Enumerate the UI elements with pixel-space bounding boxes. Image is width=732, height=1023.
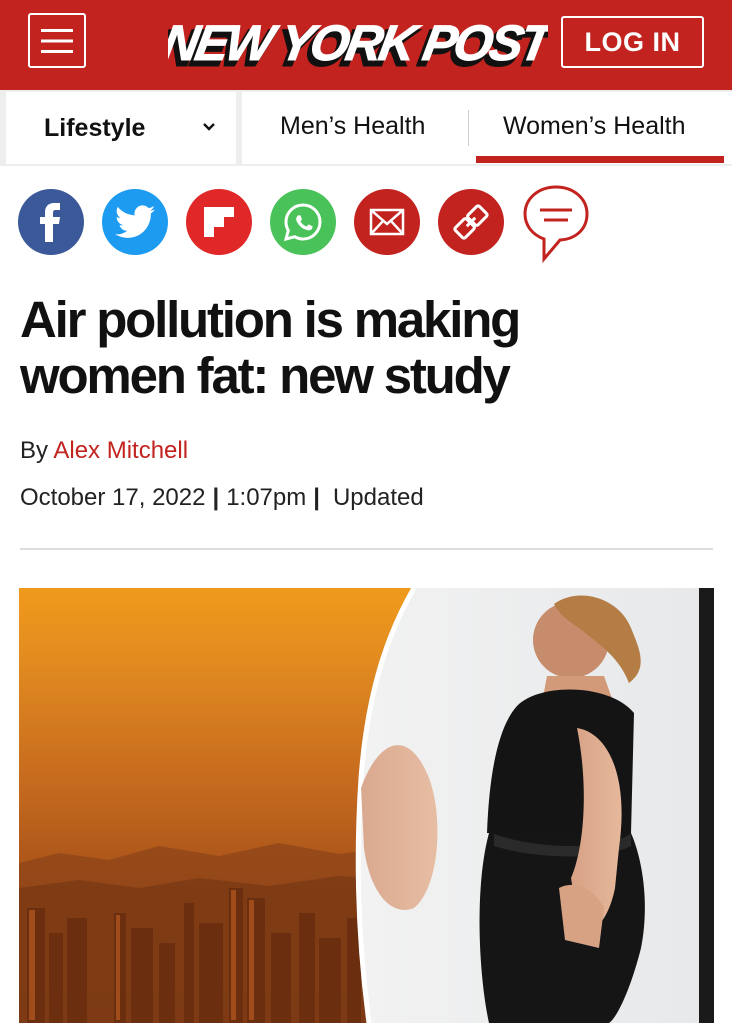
facebook-share-button[interactable] bbox=[18, 189, 84, 255]
divider bbox=[20, 548, 713, 550]
whatsapp-share-button[interactable] bbox=[270, 189, 336, 255]
chevron-down-icon bbox=[203, 123, 215, 131]
active-tab-indicator bbox=[476, 156, 724, 163]
updated-label: Updated bbox=[332, 484, 424, 511]
login-button[interactable]: LOG IN bbox=[561, 16, 704, 68]
menu-button[interactable] bbox=[28, 13, 86, 68]
dateline: October 17, 2022 | 1:07pm | Updated bbox=[20, 484, 424, 512]
whatsapp-icon bbox=[283, 203, 322, 242]
article-headline: Air pollution is making women fat: new s… bbox=[20, 291, 521, 404]
email-share-button[interactable] bbox=[354, 189, 420, 255]
flipboard-share-button[interactable] bbox=[186, 189, 252, 255]
tab-mens-health[interactable]: Men’s Health bbox=[280, 112, 425, 141]
copy-link-button[interactable] bbox=[438, 189, 504, 255]
hamburger-icon bbox=[41, 28, 73, 53]
flipboard-icon bbox=[204, 207, 234, 237]
tab-divider bbox=[468, 110, 469, 146]
site-header: NEW YORK POST NEW YORK POST LOG IN bbox=[0, 0, 732, 90]
time-separator: | bbox=[313, 484, 320, 511]
twitter-icon bbox=[115, 205, 155, 238]
comments-button[interactable] bbox=[520, 183, 592, 265]
article-hero-image[interactable] bbox=[19, 588, 714, 1023]
copy-link-icon bbox=[453, 204, 489, 240]
section-tabs: Men’s Health Women’s Health bbox=[242, 92, 732, 164]
section-dropdown-label: Lifestyle bbox=[44, 114, 146, 142]
publish-date: October 17, 2022 bbox=[20, 484, 206, 511]
svg-text:NEW YORK POST: NEW YORK POST bbox=[168, 14, 548, 71]
byline-prefix: By bbox=[20, 437, 49, 464]
site-logo[interactable]: NEW YORK POST NEW YORK POST bbox=[168, 6, 548, 74]
byline: By Alex Mitchell bbox=[20, 437, 188, 465]
facebook-icon bbox=[40, 203, 60, 242]
tab-womens-health[interactable]: Women’s Health bbox=[503, 112, 686, 141]
date-separator: | bbox=[212, 484, 220, 511]
email-icon bbox=[369, 208, 405, 236]
comments-icon bbox=[523, 185, 589, 264]
author-link[interactable]: Alex Mitchell bbox=[53, 437, 188, 464]
section-dropdown[interactable]: Lifestyle bbox=[6, 92, 236, 164]
publish-time: 1:07pm bbox=[226, 484, 307, 511]
twitter-share-button[interactable] bbox=[102, 189, 168, 255]
